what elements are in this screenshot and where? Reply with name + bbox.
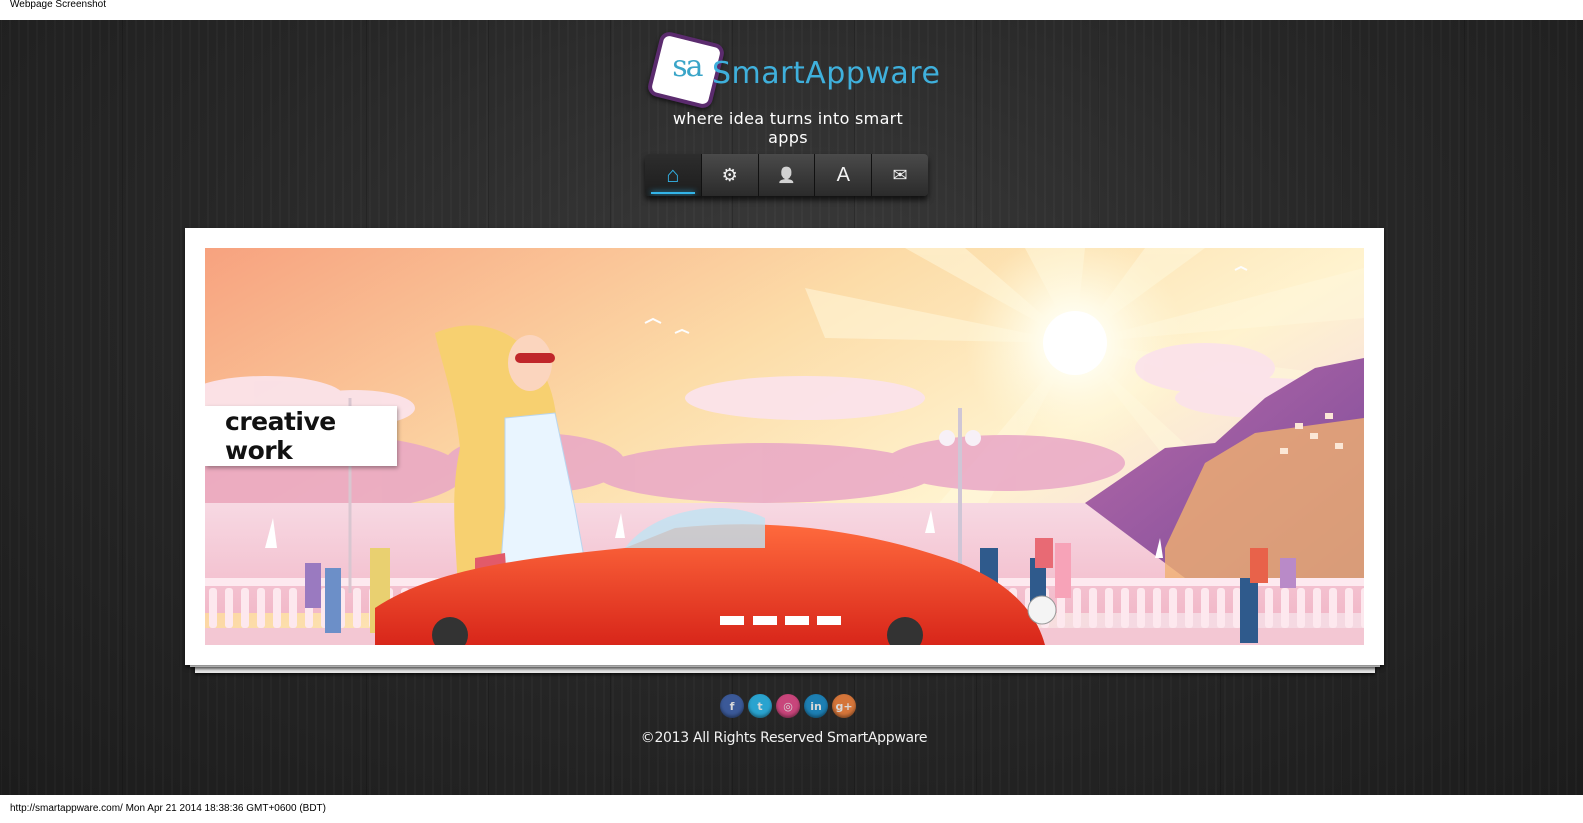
balustrade-post: [1265, 588, 1273, 628]
google-plus-button[interactable]: g+: [832, 694, 856, 718]
balustrade-post: [1185, 588, 1193, 628]
home-icon: ⌂: [666, 162, 680, 187]
nav-item-home[interactable]: ⌂: [645, 154, 702, 196]
balustrade-post: [257, 588, 265, 628]
facebook-button[interactable]: f: [720, 694, 744, 718]
dribbble-button[interactable]: ◎: [776, 694, 800, 718]
balustrade-post: [353, 588, 361, 628]
slider-banner-image[interactable]: creative work: [205, 248, 1364, 645]
balustrade-post: [225, 588, 233, 628]
balustrade-post: [241, 588, 249, 628]
balustrade-post: [1073, 588, 1081, 628]
nav-item-contact[interactable]: ✉: [872, 154, 928, 196]
screenshot-title: Webpage Screenshot: [10, 0, 106, 10]
balustrade-post: [1217, 588, 1225, 628]
balustrade-post: [1201, 588, 1209, 628]
balustrade-post: [1329, 588, 1337, 628]
twitter-button[interactable]: t: [748, 694, 772, 718]
balustrade-post: [1105, 588, 1113, 628]
slide-caption: creative work: [205, 406, 397, 466]
gears-icon: ⚙: [721, 164, 738, 185]
letter-a-icon: A: [836, 163, 850, 186]
envelope-icon: ✉: [892, 164, 908, 185]
balustrade-post: [1345, 588, 1353, 628]
copyright-text: ©2013 All Rights Reserved SmartAppware: [640, 730, 928, 746]
balustrade-post: [1233, 588, 1241, 628]
nav-item-apps[interactable]: A: [815, 154, 873, 196]
balustrade-post: [1153, 588, 1161, 628]
balustrade-post: [209, 588, 217, 628]
balustrade-post: [1137, 588, 1145, 628]
tagline: where idea turns into smart apps: [672, 109, 904, 147]
social-links: f t ◎ in g+: [720, 694, 856, 718]
main-nav: ⌂ ⚙ 👤 A ✉: [645, 154, 928, 196]
screenshot-url-footer: http://smartappware.com/ Mon Apr 21 2014…: [10, 803, 326, 814]
balustrade-post: [273, 588, 281, 628]
nav-item-about[interactable]: 👤: [758, 154, 816, 196]
user-icon: 👤: [777, 167, 796, 184]
balustrade-post: [1313, 588, 1321, 628]
balustrade-post: [1281, 588, 1289, 628]
balustrade-post: [1089, 588, 1097, 628]
page-body: sa SmartAppware where idea turns into sm…: [0, 20, 1583, 795]
balustrade-post: [1297, 588, 1305, 628]
balustrade-post: [289, 588, 297, 628]
balustrade-post: [1121, 588, 1129, 628]
nav-item-services[interactable]: ⚙: [701, 154, 759, 196]
balustrade-post: [1169, 588, 1177, 628]
logo-name: SmartAppware: [712, 56, 941, 91]
balustrade-post: [1361, 588, 1364, 628]
logo-mark-text: sa: [672, 49, 702, 85]
linkedin-button[interactable]: in: [804, 694, 828, 718]
slider-frame: creative work: [185, 228, 1384, 665]
